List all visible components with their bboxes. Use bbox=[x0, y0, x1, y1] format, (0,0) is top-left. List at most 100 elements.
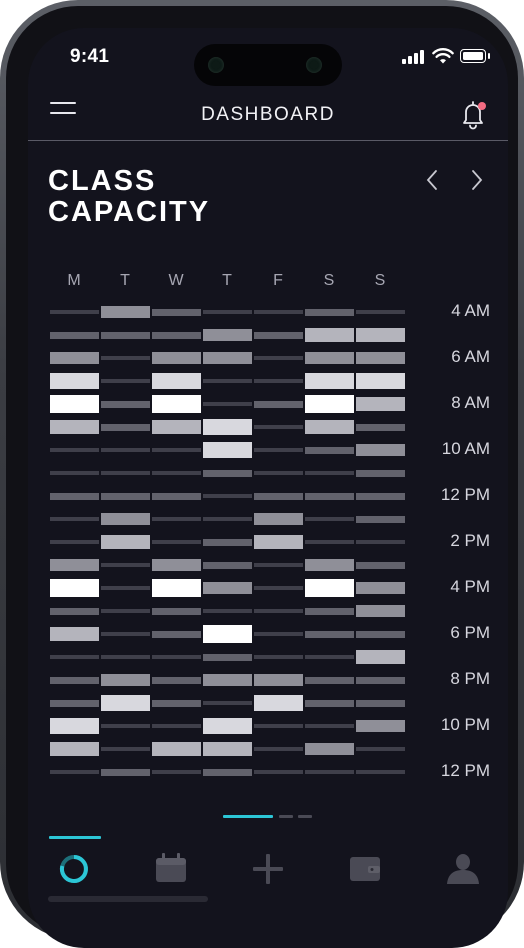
tab-profile[interactable] bbox=[440, 846, 486, 892]
capacity-cell[interactable] bbox=[356, 397, 405, 411]
capacity-cell[interactable] bbox=[356, 650, 405, 664]
capacity-cell[interactable] bbox=[152, 517, 201, 521]
capacity-cell[interactable] bbox=[203, 352, 252, 364]
capacity-cell[interactable] bbox=[152, 655, 201, 659]
capacity-cell[interactable] bbox=[101, 306, 150, 318]
capacity-cell[interactable] bbox=[152, 395, 201, 413]
capacity-cell[interactable] bbox=[356, 630, 405, 638]
capacity-cell[interactable] bbox=[305, 699, 354, 707]
capacity-cell[interactable] bbox=[305, 607, 354, 615]
capacity-cell[interactable] bbox=[356, 444, 405, 456]
capacity-cell[interactable] bbox=[152, 724, 201, 728]
capacity-cell[interactable] bbox=[203, 609, 252, 613]
capacity-cell[interactable] bbox=[50, 395, 99, 413]
capacity-cell[interactable] bbox=[101, 609, 150, 613]
capacity-cell[interactable] bbox=[203, 329, 252, 341]
capacity-cell[interactable] bbox=[50, 579, 99, 597]
capacity-cell[interactable] bbox=[50, 517, 99, 521]
capacity-cell[interactable] bbox=[152, 770, 201, 774]
capacity-cell[interactable] bbox=[356, 328, 405, 342]
capacity-cell[interactable] bbox=[50, 559, 99, 571]
capacity-cell[interactable] bbox=[50, 331, 99, 339]
capacity-cell[interactable] bbox=[203, 419, 252, 435]
capacity-cell[interactable] bbox=[152, 331, 201, 339]
capacity-cell[interactable] bbox=[152, 579, 201, 597]
capacity-cell[interactable] bbox=[254, 425, 303, 429]
capacity-cell[interactable] bbox=[254, 471, 303, 475]
capacity-cell[interactable] bbox=[101, 492, 150, 500]
tab-wallet[interactable] bbox=[342, 846, 388, 892]
capacity-cell[interactable] bbox=[254, 356, 303, 360]
capacity-cell[interactable] bbox=[203, 674, 252, 686]
capacity-cell[interactable] bbox=[254, 724, 303, 728]
capacity-cell[interactable] bbox=[254, 448, 303, 452]
capacity-cell[interactable] bbox=[203, 625, 252, 643]
capacity-cell[interactable] bbox=[50, 352, 99, 364]
capacity-cell[interactable] bbox=[305, 352, 354, 364]
previous-week-button[interactable] bbox=[421, 168, 445, 192]
capacity-cell[interactable] bbox=[152, 676, 201, 684]
tab-add[interactable] bbox=[245, 846, 291, 892]
capacity-cell[interactable] bbox=[305, 446, 354, 454]
capacity-cell[interactable] bbox=[101, 655, 150, 659]
capacity-cell[interactable] bbox=[254, 655, 303, 659]
capacity-cell[interactable] bbox=[356, 747, 405, 751]
capacity-cell[interactable] bbox=[305, 471, 354, 475]
capacity-cell[interactable] bbox=[152, 373, 201, 389]
capacity-cell[interactable] bbox=[356, 582, 405, 594]
next-week-button[interactable] bbox=[464, 168, 488, 192]
capacity-cell[interactable] bbox=[254, 586, 303, 590]
capacity-cell[interactable] bbox=[50, 540, 99, 544]
capacity-cell[interactable] bbox=[50, 310, 99, 314]
capacity-cell[interactable] bbox=[305, 373, 354, 389]
capacity-cell[interactable] bbox=[101, 724, 150, 728]
capacity-cell[interactable] bbox=[101, 423, 150, 431]
capacity-cell[interactable] bbox=[152, 607, 201, 615]
capacity-cell[interactable] bbox=[152, 559, 201, 571]
capacity-cell[interactable] bbox=[101, 695, 150, 711]
capacity-cell[interactable] bbox=[50, 448, 99, 452]
capacity-cell[interactable] bbox=[254, 310, 303, 314]
capacity-cell[interactable] bbox=[101, 535, 150, 549]
capacity-cell[interactable] bbox=[203, 742, 252, 756]
capacity-cell[interactable] bbox=[152, 540, 201, 544]
capacity-cell[interactable] bbox=[203, 402, 252, 406]
capacity-cell[interactable] bbox=[356, 605, 405, 617]
capacity-cell[interactable] bbox=[305, 770, 354, 774]
capacity-cell[interactable] bbox=[356, 469, 405, 477]
capacity-cell[interactable] bbox=[50, 492, 99, 500]
capacity-cell[interactable] bbox=[152, 448, 201, 452]
capacity-cell[interactable] bbox=[254, 563, 303, 567]
capacity-cell[interactable] bbox=[254, 535, 303, 549]
capacity-cell[interactable] bbox=[305, 559, 354, 571]
capacity-cell[interactable] bbox=[152, 630, 201, 638]
capacity-cell[interactable] bbox=[356, 515, 405, 523]
capacity-cell[interactable] bbox=[101, 471, 150, 475]
capacity-cell[interactable] bbox=[305, 517, 354, 521]
capacity-cell[interactable] bbox=[50, 676, 99, 684]
capacity-cell[interactable] bbox=[356, 676, 405, 684]
page-indicator[interactable] bbox=[279, 815, 293, 818]
capacity-cell[interactable] bbox=[101, 768, 150, 776]
capacity-cell[interactable] bbox=[254, 513, 303, 525]
capacity-cell[interactable] bbox=[203, 517, 252, 521]
capacity-cell[interactable] bbox=[152, 492, 201, 500]
capacity-cell[interactable] bbox=[203, 310, 252, 314]
capacity-cell[interactable] bbox=[203, 582, 252, 594]
capacity-cell[interactable] bbox=[50, 627, 99, 641]
capacity-cell[interactable] bbox=[101, 563, 150, 567]
capacity-cell[interactable] bbox=[101, 356, 150, 360]
capacity-cell[interactable] bbox=[203, 701, 252, 705]
capacity-cell[interactable] bbox=[254, 379, 303, 383]
capacity-cell[interactable] bbox=[254, 632, 303, 636]
capacity-cell[interactable] bbox=[254, 492, 303, 500]
capacity-cell[interactable] bbox=[305, 540, 354, 544]
capacity-cell[interactable] bbox=[203, 442, 252, 458]
capacity-cell[interactable] bbox=[254, 674, 303, 686]
capacity-cell[interactable] bbox=[305, 724, 354, 728]
tab-calendar[interactable] bbox=[148, 846, 194, 892]
capacity-cell[interactable] bbox=[254, 400, 303, 408]
capacity-cell[interactable] bbox=[203, 469, 252, 477]
capacity-cell[interactable] bbox=[101, 747, 150, 751]
capacity-cell[interactable] bbox=[50, 742, 99, 756]
